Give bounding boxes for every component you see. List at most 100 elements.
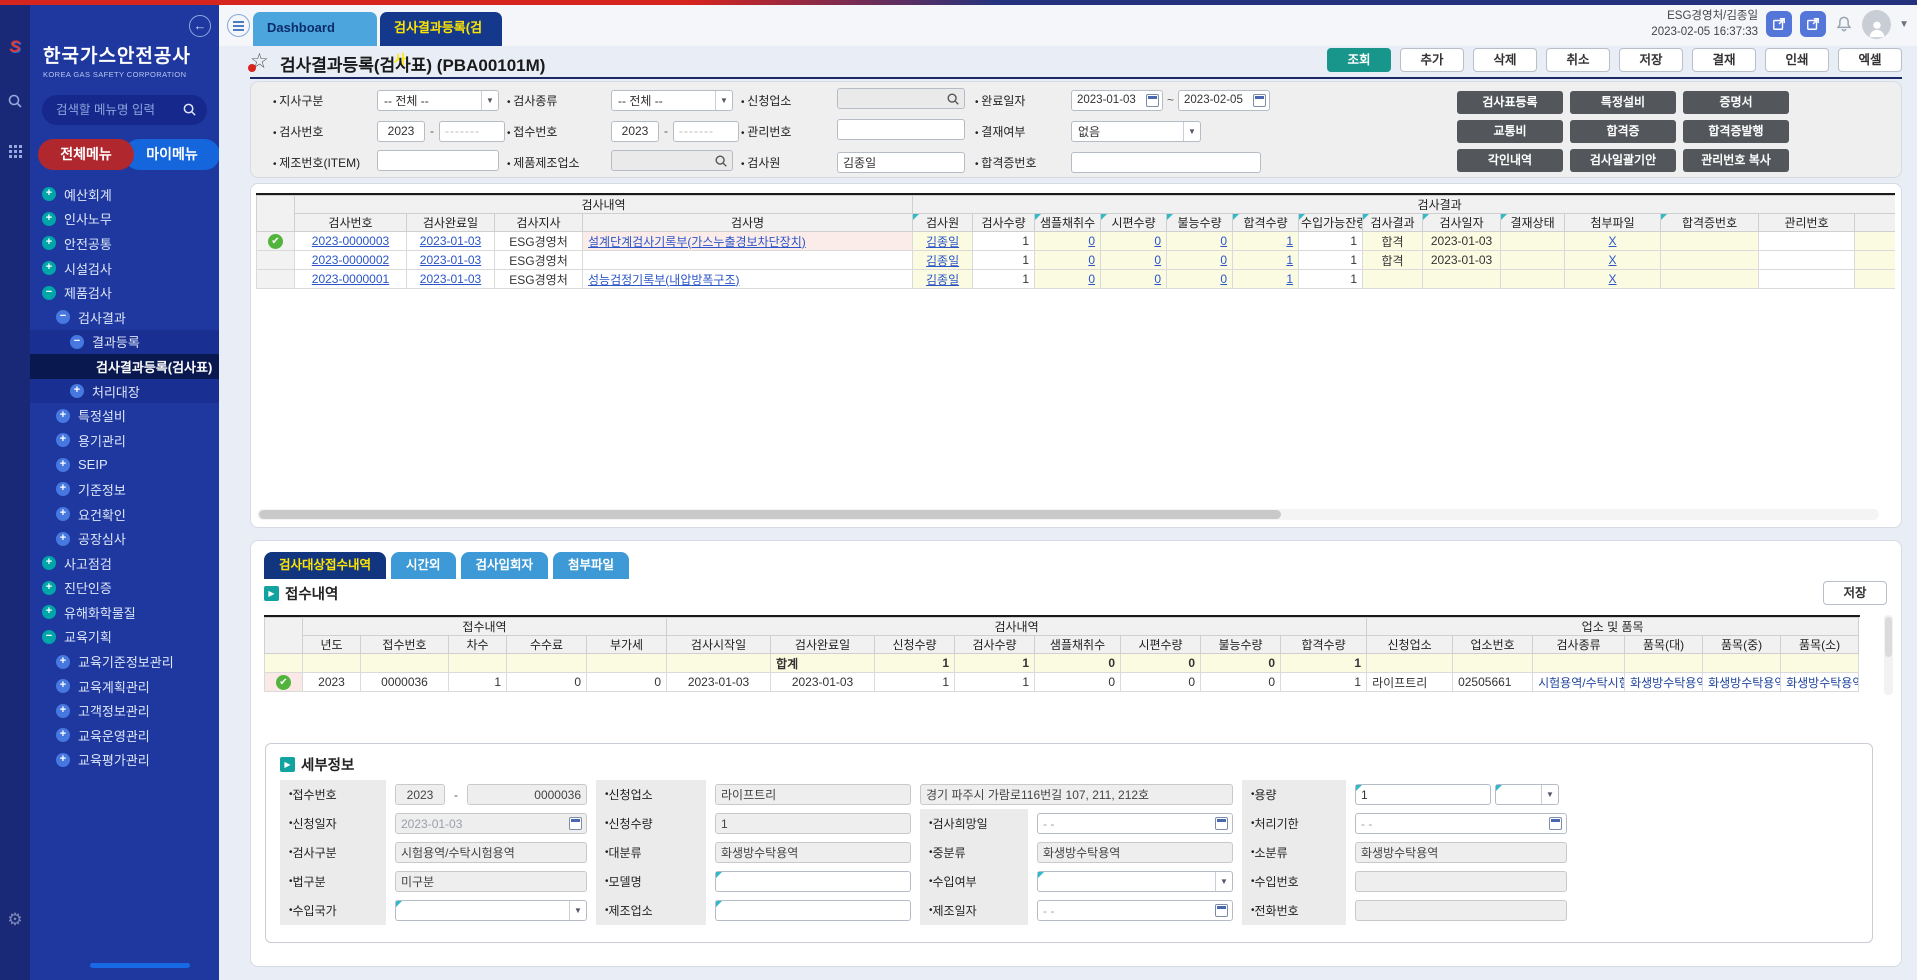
branch-select[interactable]: -- 전체 -- xyxy=(377,90,499,111)
pass-cert-issue-button[interactable]: 합격증발행 xyxy=(1683,120,1789,143)
insp-no-link[interactable]: 2023-0000001 xyxy=(312,272,389,286)
mgmt-no-input[interactable] xyxy=(837,119,965,140)
sidebar-item-customer-info[interactable]: 고객정보관리 xyxy=(30,698,219,723)
sidebar-item-edu-base-info[interactable]: 교육기준정보관리 xyxy=(30,649,219,674)
import-country-select[interactable] xyxy=(395,900,587,921)
sidebar-item-edu-operation[interactable]: 교육운영관리 xyxy=(30,723,219,748)
done-date-to-field[interactable]: 2023-02-05 xyxy=(1178,90,1270,111)
avatar[interactable] xyxy=(1862,10,1891,39)
fail-link[interactable]: 0 xyxy=(1220,253,1227,267)
search-icon[interactable] xyxy=(946,92,960,109)
print-button[interactable]: 인쇄 xyxy=(1765,48,1829,72)
receipt-year-input[interactable]: 2023 xyxy=(611,121,659,142)
rail-search-icon[interactable] xyxy=(0,93,30,109)
sidebar-item-edu-plan[interactable]: 교육계획관리 xyxy=(30,674,219,699)
table-row[interactable]: 2023 0000036 1 0 0 2023-01-03 2023-01-03… xyxy=(265,673,1859,692)
transport-fee-button[interactable]: 교통비 xyxy=(1457,120,1563,143)
sidebar-item-seip[interactable]: SEIP xyxy=(30,453,219,478)
chevron-down-icon[interactable]: ▼ xyxy=(1899,19,1909,30)
sidebar-item-education-planning[interactable]: 교육기획 xyxy=(30,625,219,650)
calendar-icon[interactable] xyxy=(1253,94,1266,107)
calendar-icon[interactable] xyxy=(569,817,582,830)
sidebar-item-hr[interactable]: 인사노무 xyxy=(30,207,219,232)
done-date-link[interactable]: 2023-01-03 xyxy=(420,253,481,267)
sidebar-item-inspection-result[interactable]: 검사결과 xyxy=(30,305,219,330)
model-input[interactable] xyxy=(715,871,911,892)
attachment-link[interactable]: X xyxy=(1609,272,1617,286)
calendar-icon[interactable] xyxy=(1146,94,1159,107)
insp-name-link[interactable]: 설계단계검사기록부(가스누출경보차단장치) xyxy=(588,235,806,249)
table-row[interactable]: 2023-0000001 2023-01-03 ESG경영처 성능검정기록부(내… xyxy=(257,270,1896,289)
calendar-icon[interactable] xyxy=(1215,904,1228,917)
search-icon[interactable] xyxy=(182,102,197,120)
apply-shop-lookup-field[interactable] xyxy=(837,88,965,109)
sidebar-item-accident-check[interactable]: 사고점검 xyxy=(30,551,219,576)
search-icon[interactable] xyxy=(714,154,728,171)
insp-sheet-register-button[interactable]: 검사표등록 xyxy=(1457,91,1563,114)
table-row[interactable]: 2023-0000003 2023-01-03 ESG경영처 설계단계검사기록부… xyxy=(257,232,1896,251)
item-no-input[interactable] xyxy=(377,150,499,171)
sidebar-scrollbar-thumb[interactable] xyxy=(90,963,190,968)
tab-overtime[interactable]: 시간외 xyxy=(391,552,456,579)
sidebar-item-factory-audit[interactable]: 공장심사 xyxy=(30,526,219,551)
tab-attachment[interactable]: 첨부파일 xyxy=(553,552,629,579)
pass-cert-button[interactable]: 합격증 xyxy=(1570,120,1676,143)
tab-witness[interactable]: 검사입회자 xyxy=(461,552,549,579)
apps-grid-icon[interactable] xyxy=(0,145,30,158)
insp-name-link[interactable]: 성능검정기록부(내압방폭구조) xyxy=(588,273,740,287)
sidebar-item-requirement-check[interactable]: 요건확인 xyxy=(30,502,219,527)
sidebar-item-diagnosis-cert[interactable]: 진단인증 xyxy=(30,576,219,601)
inspection-year-input[interactable]: 2023 xyxy=(377,121,425,142)
popup-window-icon[interactable] xyxy=(1800,11,1826,37)
sample-link[interactable]: 0 xyxy=(1088,234,1095,248)
tab-receipt-detail[interactable]: 검사대상접수내역 xyxy=(264,552,386,579)
product-maker-lookup-field[interactable] xyxy=(611,150,733,171)
mgmt-no-copy-button[interactable]: 관리번호 복사 xyxy=(1683,149,1789,172)
detail-save-button[interactable]: 저장 xyxy=(1823,581,1887,605)
scrollbar-thumb[interactable] xyxy=(1885,617,1892,657)
sidebar-item-hazardous-chemicals[interactable]: 유해화학물질 xyxy=(30,600,219,625)
sidebar-item-result-register[interactable]: 결과등록 xyxy=(30,330,219,355)
sidebar-item-specific-equipment[interactable]: 특정설비 xyxy=(30,403,219,428)
sidebar-item-product-inspection[interactable]: 제품검사 xyxy=(30,280,219,305)
done-date-link[interactable]: 2023-01-03 xyxy=(420,234,481,248)
add-button[interactable]: 추가 xyxy=(1400,48,1464,72)
inspection-serial-input[interactable]: ------- xyxy=(439,121,505,142)
deadline-field[interactable]: - - xyxy=(1355,813,1567,834)
table-row[interactable]: 2023-0000002 2023-01-03 ESG경영처 김종일 1 0 0… xyxy=(257,251,1896,270)
pass-link[interactable]: 1 xyxy=(1286,253,1293,267)
menu-search-input[interactable] xyxy=(56,95,186,125)
notifications-bell-icon[interactable] xyxy=(1834,14,1854,34)
hamburger-menu-icon[interactable] xyxy=(227,14,250,37)
tab-dashboard[interactable]: Dashboard xyxy=(253,12,377,46)
certificate-button[interactable]: 증명서 xyxy=(1683,91,1789,114)
inspector-link[interactable]: 김종일 xyxy=(926,254,959,268)
inspector-link[interactable]: 김종일 xyxy=(926,273,959,287)
pass-link[interactable]: 1 xyxy=(1286,272,1293,286)
excel-button[interactable]: 엑셀 xyxy=(1838,48,1902,72)
engrave-history-button[interactable]: 각인내역 xyxy=(1457,149,1563,172)
search-button[interactable]: 조회 xyxy=(1327,48,1391,72)
tab-current-page[interactable]: 검사결과등록(검사✕ xyxy=(380,12,502,46)
piece-link[interactable]: 0 xyxy=(1154,234,1161,248)
piece-link[interactable]: 0 xyxy=(1154,253,1161,267)
approval-button[interactable]: 결재 xyxy=(1692,48,1756,72)
cert-no-input[interactable] xyxy=(1071,152,1261,173)
settings-gear-icon[interactable]: ⚙ xyxy=(0,910,30,930)
done-date-link[interactable]: 2023-01-03 xyxy=(420,272,481,286)
favorite-star-icon[interactable] xyxy=(250,49,269,74)
sidebar-item-process-ledger[interactable]: 처리대장 xyxy=(30,379,219,404)
inspector-input[interactable]: 김종일 xyxy=(837,152,965,173)
inspection-type-select[interactable]: -- 전체 -- xyxy=(611,90,733,111)
sample-link[interactable]: 0 xyxy=(1088,272,1095,286)
horizontal-scrollbar[interactable] xyxy=(257,509,1879,520)
attachment-link[interactable]: X xyxy=(1609,234,1617,248)
insp-no-link[interactable]: 2023-0000003 xyxy=(312,234,389,248)
all-menu-button[interactable]: 전체메뉴 xyxy=(38,139,134,170)
calendar-icon[interactable] xyxy=(1215,817,1228,830)
sidebar-item-budget[interactable]: 예산회계 xyxy=(30,182,219,207)
sidebar-item-safety-common[interactable]: 안전공통 xyxy=(30,231,219,256)
calendar-icon[interactable] xyxy=(1549,817,1562,830)
approval-select[interactable]: 없음 xyxy=(1071,121,1201,142)
sample-link[interactable]: 0 xyxy=(1088,253,1095,267)
